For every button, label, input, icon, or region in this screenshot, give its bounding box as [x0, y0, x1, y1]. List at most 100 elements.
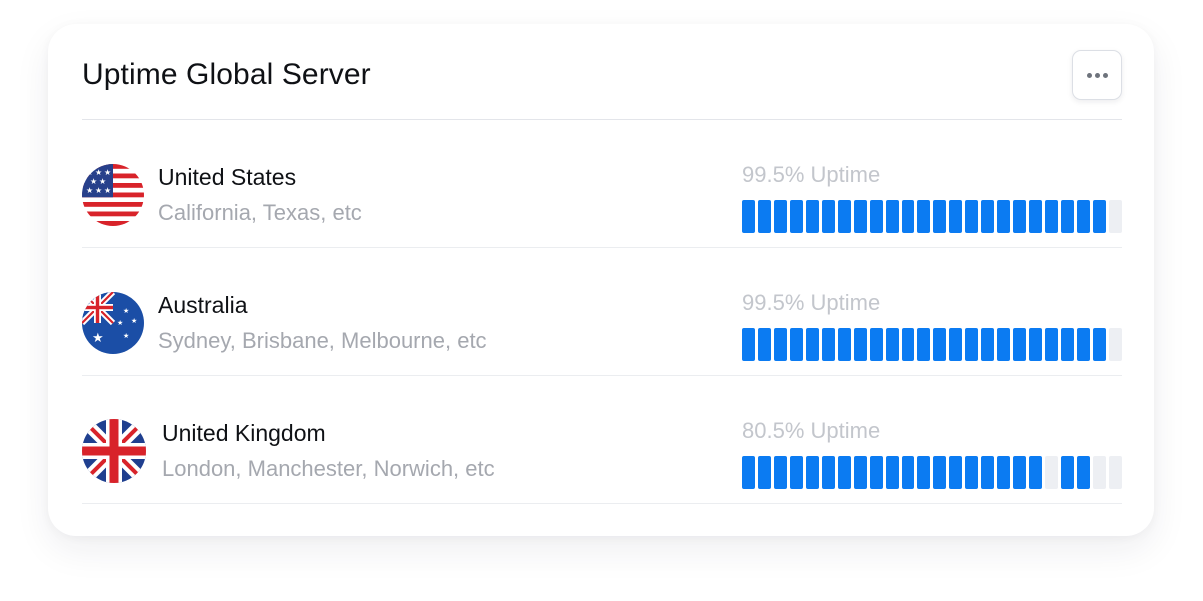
country-name: United States: [158, 164, 297, 190]
uptime-segment-up: [869, 456, 883, 489]
uptime-segment-up: [805, 456, 819, 489]
uptime-segment-up: [805, 200, 819, 233]
uptime-segment-up: [997, 328, 1011, 361]
svg-text:★: ★: [104, 168, 111, 177]
uptime-segment-up: [1061, 456, 1075, 489]
uptime-segment-up: [1077, 328, 1090, 361]
uptime-label: 99.5% Uptime: [742, 162, 881, 187]
svg-text:★: ★: [90, 177, 97, 186]
uptime-segment-up: [1061, 200, 1075, 233]
uptime-segment-up: [773, 200, 787, 233]
uptime-segment-up: [1013, 328, 1027, 361]
uptime-segment-up: [757, 456, 771, 489]
region-list: London, Manchester, Norwich, etc: [162, 456, 495, 481]
uptime-card: Uptime Global Server ★ ★ ★ ★ ★ ★ ★ ★ Uni…: [48, 24, 1154, 536]
uptime-segment-up: [917, 328, 931, 361]
uptime-segment-up: [997, 456, 1011, 489]
uptime-label: 99.5% Uptime: [742, 290, 881, 315]
uptime-segment-up: [885, 456, 899, 489]
uptime-segment-up: [981, 328, 995, 361]
uptime-segment-up: [949, 328, 963, 361]
uptime-segment-up: [949, 200, 963, 233]
uptime-segment-up: [1029, 200, 1043, 233]
card-title: Uptime Global Server: [82, 58, 371, 91]
uptime-segment-up: [901, 456, 915, 489]
uptime-segment-up: [965, 200, 979, 233]
uptime-segment-up: [1013, 200, 1027, 233]
uptime-segment-up: [821, 200, 835, 233]
svg-text:★: ★: [95, 168, 102, 177]
uptime-segment-up: [933, 200, 947, 233]
card-header: Uptime Global Server: [82, 50, 1122, 120]
svg-text:★: ★: [123, 332, 129, 340]
uptime-segment-up: [869, 200, 883, 233]
uptime-segment-up: [1061, 328, 1075, 361]
uptime-bar: [742, 328, 1122, 361]
uptime-segment-up: [757, 328, 771, 361]
svg-text:★: ★: [123, 307, 129, 315]
uptime-segment-up: [853, 328, 867, 361]
uptime-segment-down: [1108, 456, 1122, 489]
uptime-segment-up: [853, 456, 867, 489]
uptime-segment-up: [1029, 456, 1043, 489]
uptime-segment-up: [773, 456, 787, 489]
uptime-segment-up: [1077, 456, 1090, 489]
svg-text:★: ★: [86, 168, 93, 177]
server-row-australia[interactable]: ★ ★ ★ ★ ★ Australia Sydney, Brisbane, Me…: [82, 248, 1122, 376]
uptime-segment-up: [1092, 200, 1106, 233]
uptime-segment-up: [853, 200, 867, 233]
uptime-segment-up: [757, 200, 771, 233]
uptime-segment-down: [1108, 200, 1122, 233]
uptime-segment-up: [1045, 328, 1059, 361]
uptime-segment-down: [1092, 456, 1106, 489]
more-horizontal-icon: [1086, 72, 1108, 78]
server-row-united-kingdom[interactable]: United Kingdom London, Manchester, Norwi…: [82, 376, 1122, 504]
uptime-segment-up: [821, 328, 835, 361]
server-row-united-states[interactable]: ★ ★ ★ ★ ★ ★ ★ ★ United States California, Tex…: [82, 120, 1122, 248]
uptime-segment-up: [773, 328, 787, 361]
uptime-segment-up: [965, 328, 979, 361]
svg-text:★: ★: [99, 177, 106, 186]
svg-text:★: ★: [92, 331, 104, 346]
uptime-segment-up: [933, 456, 947, 489]
uptime-segment-up: [981, 200, 995, 233]
uptime-segment-up: [885, 200, 899, 233]
uptime-segment-up: [933, 328, 947, 361]
uptime-segment-up: [789, 456, 803, 489]
uptime-segment-up: [805, 328, 819, 361]
uptime-segment-up: [981, 456, 995, 489]
uptime-segment-up: [1092, 328, 1106, 361]
uptime-segment-up: [901, 200, 915, 233]
uptime-segment-up: [789, 200, 803, 233]
uptime-segment-up: [901, 328, 915, 361]
uptime-segment-up: [821, 456, 835, 489]
australia-flag-icon: ★ ★ ★ ★ ★: [82, 292, 144, 354]
country-name: Australia: [158, 292, 248, 318]
uptime-segment-up: [789, 328, 803, 361]
uptime-label: 80.5% Uptime: [742, 418, 881, 443]
uptime-bar: [742, 456, 1122, 489]
uptime-segment-up: [949, 456, 963, 489]
uptime-segment-up: [965, 456, 979, 489]
uptime-segment-down: [1045, 456, 1059, 489]
uptime-segment-up: [917, 200, 931, 233]
region-list: California, Texas, etc: [158, 200, 362, 225]
uptime-segment-up: [837, 456, 851, 489]
uptime-bar: [742, 200, 1122, 233]
uptime-segment-down: [1108, 328, 1122, 361]
uptime-segment-up: [917, 456, 931, 489]
uptime-segment-up: [1029, 328, 1043, 361]
more-options-button[interactable]: [1072, 50, 1122, 100]
svg-text:★: ★: [104, 186, 111, 195]
uptime-segment-up: [997, 200, 1011, 233]
uptime-segment-up: [1013, 456, 1027, 489]
uptime-segment-up: [869, 328, 883, 361]
svg-text:★: ★: [86, 186, 93, 195]
uptime-segment-up: [1077, 200, 1090, 233]
uk-flag-icon: [82, 419, 146, 483]
svg-text:★: ★: [131, 317, 137, 325]
uptime-segment-up: [1045, 200, 1059, 233]
uptime-segment-up: [837, 200, 851, 233]
us-flag-icon: ★ ★ ★ ★ ★ ★ ★ ★: [82, 164, 144, 226]
uptime-segment-up: [742, 200, 755, 233]
